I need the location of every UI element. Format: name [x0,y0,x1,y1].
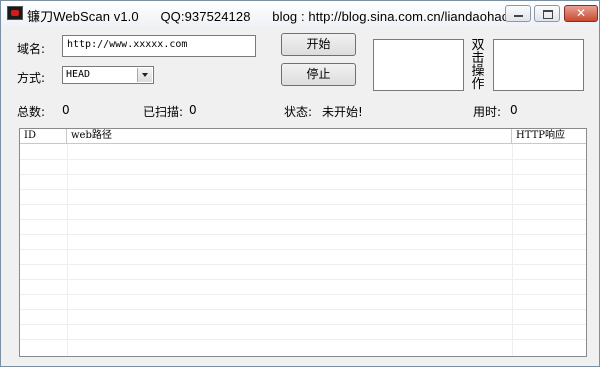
time-value: 0 [510,103,518,117]
row-divider [20,189,586,190]
row-divider [20,324,586,325]
app-name: 镰刀WebScan v1.0 [27,9,139,24]
close-button[interactable]: ✕ [564,5,598,22]
total-label: 总数: [17,105,46,119]
minimize-button[interactable] [505,5,531,22]
row-divider [20,219,586,220]
state-value: 未开始! [322,105,363,119]
row-divider [20,294,586,295]
stop-button[interactable]: 停止 [281,63,356,86]
column-header-web-path[interactable]: web路径 [67,129,512,143]
total-value: 0 [62,103,70,117]
blog-info: blog : http://blog.sina.com.cn/liandaoha… [272,9,515,24]
main-panel: 域名: http://www.xxxxx.com 方式: HEAD 开始 停止 … [1,27,599,366]
column-header-http-response[interactable]: HTTP响应 [512,129,586,143]
scanned-label: 已扫描: [143,105,184,119]
row-divider [20,204,586,205]
maximize-icon [535,6,559,21]
time-label: 用时: [473,105,502,119]
method-label: 方式: [17,71,46,85]
results-table[interactable]: ID web路径 HTTP响应 [19,128,587,357]
row-divider [20,309,586,310]
method-selected-value: HEAD [66,69,91,80]
state-label: 状态: [284,105,313,119]
table-header: ID web路径 HTTP响应 [20,129,586,144]
row-divider [20,174,586,175]
close-icon: ✕ [575,6,587,20]
chevron-down-icon[interactable] [137,68,152,82]
row-divider [20,249,586,250]
row-divider [20,264,586,265]
row-divider [20,339,586,340]
method-select[interactable]: HEAD [62,66,154,84]
right-result-box[interactable] [493,39,584,91]
qq-info: QQ:937524128 [160,9,251,24]
domain-label: 域名: [17,42,46,56]
maximize-button[interactable] [534,5,560,22]
row-divider [20,159,586,160]
minimize-icon [506,6,530,21]
left-result-box[interactable] [373,39,464,91]
app-window: 镰刀WebScan v1.0 QQ:937524128 blog : http:… [0,0,600,367]
domain-input[interactable]: http://www.xxxxx.com [62,35,256,57]
app-logo-icon [7,6,23,20]
double-click-hint: 双击操作 [471,38,485,92]
row-divider [20,279,586,280]
title-bar[interactable]: 镰刀WebScan v1.0 QQ:937524128 blog : http:… [1,1,599,28]
column-header-id[interactable]: ID [20,129,67,143]
window-title: 镰刀WebScan v1.0 QQ:937524128 blog : http:… [27,6,533,25]
start-button[interactable]: 开始 [281,33,356,56]
scanned-value: 0 [189,103,197,117]
row-divider [20,234,586,235]
